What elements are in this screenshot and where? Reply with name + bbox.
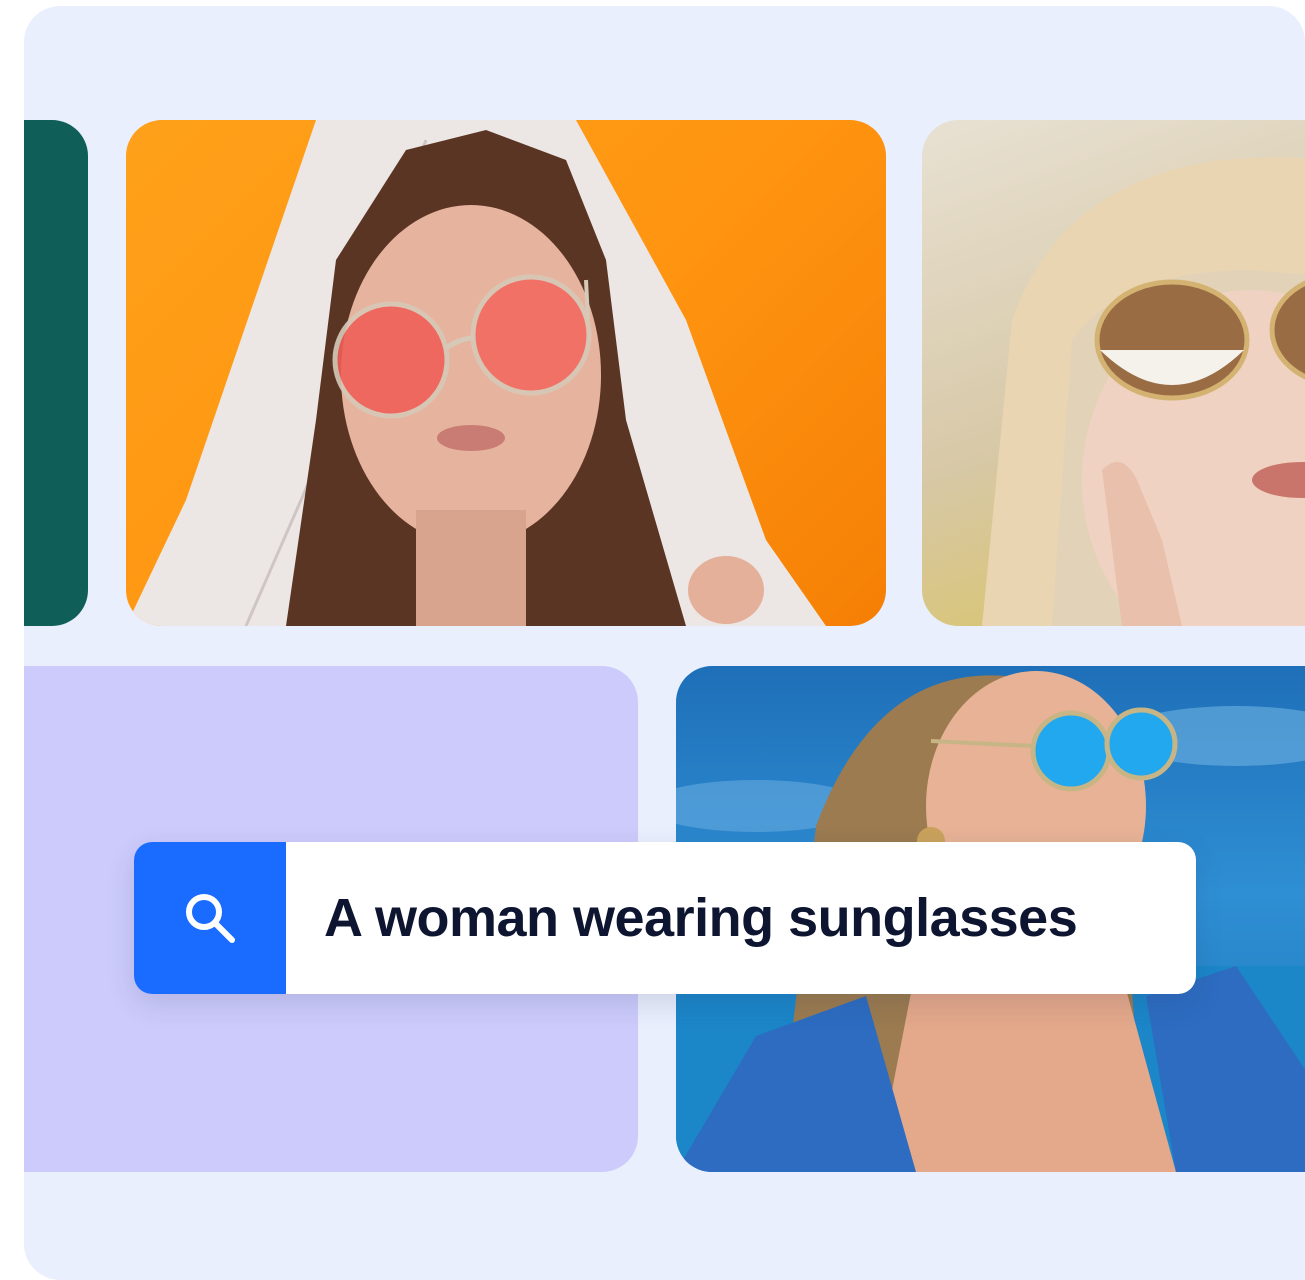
image-tile-red-sunglasses[interactable]: [126, 120, 886, 626]
search-query-text[interactable]: A woman wearing sunglasses: [286, 842, 1196, 994]
image-tile-gold-sunglasses[interactable]: [922, 120, 1305, 626]
search-icon: [186, 894, 235, 943]
photo-woman-gold-sunglasses: [982, 157, 1305, 626]
color-tile-green: [24, 120, 88, 626]
gallery-canvas: [24, 6, 1305, 1280]
photo-woman-red-sunglasses: [126, 120, 826, 626]
search-bar[interactable]: A woman wearing sunglasses: [134, 842, 1196, 994]
search-button[interactable]: [134, 842, 286, 994]
